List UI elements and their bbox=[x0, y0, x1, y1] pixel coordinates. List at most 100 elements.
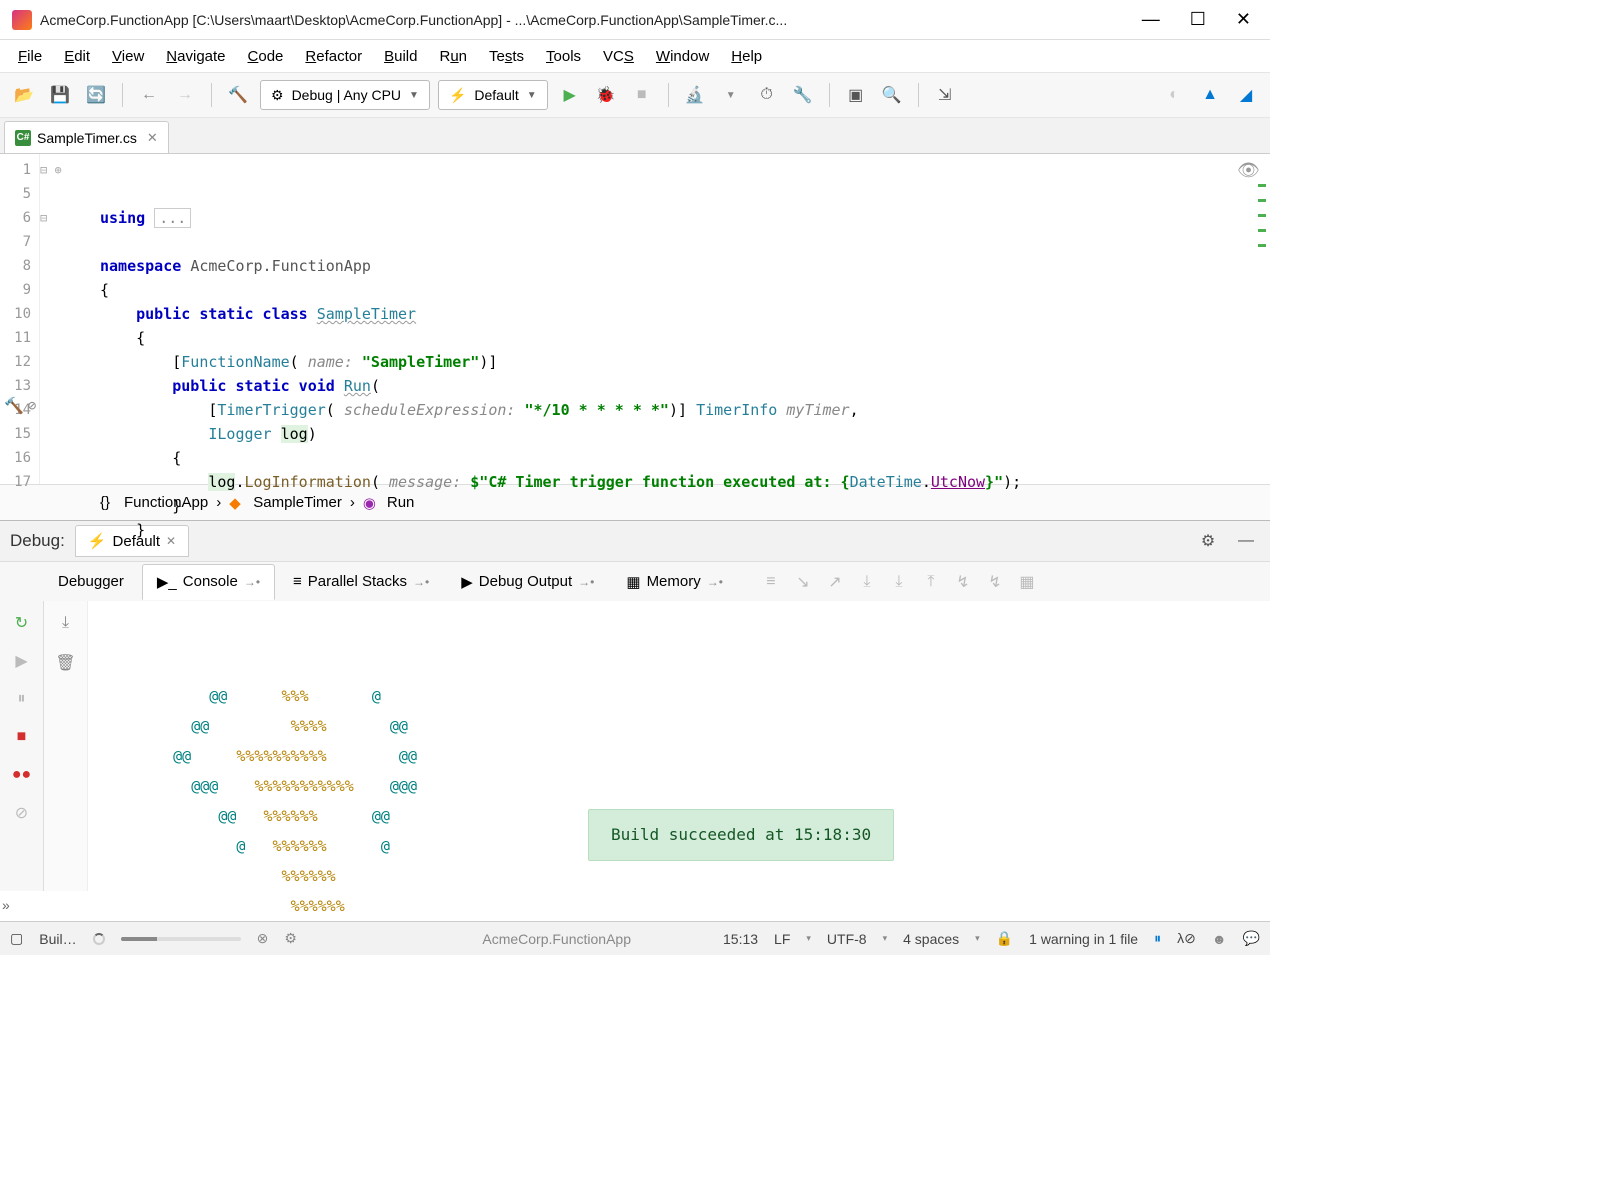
expand-icon[interactable]: » bbox=[2, 897, 10, 913]
status-pos[interactable]: 15:13 bbox=[723, 931, 758, 947]
lock-icon[interactable]: 🔒 bbox=[996, 930, 1013, 947]
tab-close-icon[interactable]: ✕ bbox=[147, 130, 158, 146]
mute-bp-icon[interactable]: ⊘ bbox=[8, 799, 36, 827]
refresh-icon[interactable]: 🔄 bbox=[82, 81, 110, 109]
extract-icon[interactable]: ⇲ bbox=[931, 81, 959, 109]
coverage-icon[interactable]: 🔬 bbox=[681, 81, 709, 109]
menu-help[interactable]: Help bbox=[721, 44, 772, 69]
line-gutter: 1567891011121314151617 bbox=[0, 154, 40, 484]
debug-label: Debug: bbox=[10, 531, 65, 551]
step-icon[interactable]: ⤓ bbox=[853, 568, 881, 596]
resume-icon[interactable]: ▶ bbox=[8, 647, 36, 675]
terminal-icon[interactable]: ▣ bbox=[842, 81, 870, 109]
step-icon[interactable]: ⤒ bbox=[917, 568, 945, 596]
menu-file[interactable]: File bbox=[8, 44, 52, 69]
search-icon[interactable]: 🔍 bbox=[878, 81, 906, 109]
subtab-console[interactable]: ▶_ Console →• bbox=[142, 564, 275, 600]
step-out-icon[interactable]: ↗ bbox=[821, 568, 849, 596]
face-icon[interactable]: ☻ bbox=[1212, 931, 1227, 947]
inspect-icon[interactable]: 👁 bbox=[1237, 160, 1260, 181]
run-icon[interactable]: ▶ bbox=[556, 81, 584, 109]
minimize-icon[interactable]: — bbox=[1142, 9, 1160, 30]
pin-icon[interactable]: →• bbox=[413, 575, 429, 589]
azure-icon[interactable]: ▲ bbox=[1196, 81, 1224, 109]
close-icon[interactable]: ✕ bbox=[166, 534, 176, 548]
step-icon[interactable]: ↯ bbox=[949, 568, 977, 596]
breakpoints-icon[interactable]: ●● bbox=[8, 761, 36, 789]
pause-icon[interactable]: ⏸ bbox=[8, 685, 36, 713]
separator bbox=[122, 83, 123, 107]
azure2-icon[interactable]: ◢ bbox=[1232, 81, 1260, 109]
step-over-icon[interactable]: ≡ bbox=[757, 568, 785, 596]
panel-icon[interactable]: ▢ bbox=[10, 930, 23, 947]
pause-status-icon[interactable]: ⏸ bbox=[1154, 930, 1161, 947]
trash-icon[interactable]: 🗑 bbox=[52, 649, 80, 677]
status-indent[interactable]: 4 spaces bbox=[903, 931, 959, 947]
subtab-parallel[interactable]: ≡ Parallel Stacks →• bbox=[279, 565, 443, 598]
menu-tools[interactable]: Tools bbox=[536, 44, 591, 69]
evaluate-icon[interactable]: ▦ bbox=[1013, 568, 1041, 596]
close-icon[interactable]: ✕ bbox=[1236, 9, 1251, 30]
cloud-icon[interactable]: ◐ bbox=[1160, 81, 1188, 109]
stop-icon[interactable]: ■ bbox=[8, 723, 36, 751]
crumb-method[interactable]: ◉ Run bbox=[363, 494, 415, 512]
wrench-icon[interactable]: 🔧 bbox=[789, 81, 817, 109]
back-icon[interactable]: ← bbox=[135, 81, 163, 109]
crumb-class[interactable]: ◆ SampleTimer bbox=[229, 494, 342, 512]
editor-tabs: C# SampleTimer.cs ✕ bbox=[0, 118, 1270, 154]
rerun-icon[interactable]: ↻ bbox=[8, 609, 36, 637]
debug-icon[interactable]: 🐞 bbox=[592, 81, 620, 109]
menu-edit[interactable]: Edit bbox=[54, 44, 100, 69]
pin-icon[interactable]: →• bbox=[707, 575, 723, 589]
no-entry-icon[interactable]: ⊘ bbox=[28, 394, 36, 418]
download-icon[interactable]: ⤓ bbox=[52, 609, 80, 637]
menu-view[interactable]: View bbox=[102, 44, 154, 69]
open-icon[interactable]: 📂 bbox=[10, 81, 38, 109]
subtab-debugger[interactable]: Debugger bbox=[44, 565, 138, 598]
menu-run[interactable]: Run bbox=[429, 44, 477, 69]
pin-icon[interactable]: →• bbox=[244, 575, 260, 589]
output-icon: ▶ bbox=[461, 573, 473, 591]
gear-icon[interactable]: ⚙ bbox=[1194, 527, 1222, 555]
tab-sampletimer[interactable]: C# SampleTimer.cs ✕ bbox=[4, 121, 169, 153]
csharp-icon: C# bbox=[15, 130, 31, 146]
subtab-memory[interactable]: ▦ Memory →• bbox=[612, 565, 737, 599]
menu-build[interactable]: Build bbox=[374, 44, 427, 69]
step-into-icon[interactable]: ↘ bbox=[789, 568, 817, 596]
save-icon[interactable]: 💾 bbox=[46, 81, 74, 109]
menu-tests[interactable]: Tests bbox=[479, 44, 534, 69]
status-warnings[interactable]: 1 warning in 1 file bbox=[1029, 931, 1138, 947]
debug-panel: Debug: ⚡ Default ✕ ⚙ — Debugger ▶_ Conso… bbox=[0, 520, 1270, 891]
menu-navigate[interactable]: Navigate bbox=[156, 44, 235, 69]
fold-gutter: ⊟ ⊕ ⊟ 🔨 ⊘ bbox=[40, 154, 100, 484]
lambda-icon[interactable]: λ⊘ bbox=[1177, 930, 1196, 947]
cancel-icon[interactable]: ⊗ bbox=[257, 930, 269, 947]
menu-window[interactable]: Window bbox=[646, 44, 719, 69]
forward-icon[interactable]: → bbox=[171, 81, 199, 109]
run-config-select[interactable]: ⚡ Default ▼ bbox=[438, 80, 548, 110]
maximize-icon[interactable]: ☐ bbox=[1190, 9, 1206, 30]
chat-icon[interactable]: 💬 bbox=[1243, 930, 1260, 947]
pin-icon[interactable]: →• bbox=[578, 575, 594, 589]
stop-icon[interactable]: ■ bbox=[628, 81, 656, 109]
subtab-output[interactable]: ▶ Debug Output →• bbox=[447, 565, 608, 599]
step-icon[interactable]: ⤓ bbox=[885, 568, 913, 596]
build-icon[interactable]: 🔨 bbox=[224, 81, 252, 109]
gear-small-icon[interactable]: ⚙ bbox=[284, 930, 297, 947]
code-area[interactable]: using ... namespace AcmeCorp.FunctionApp… bbox=[100, 154, 1270, 484]
minimize-panel-icon[interactable]: — bbox=[1232, 527, 1260, 555]
profile-icon[interactable]: ⏱ bbox=[753, 81, 781, 109]
menu-vcs[interactable]: VCS bbox=[593, 44, 644, 69]
lightning-icon: ⚡ bbox=[449, 87, 466, 104]
status-enc[interactable]: UTF-8 bbox=[827, 931, 867, 947]
status-eol[interactable]: LF bbox=[774, 931, 790, 947]
config-select[interactable]: ⚙ Debug | Any CPU ▼ bbox=[260, 80, 430, 110]
debug-subtabs: Debugger ▶_ Console →• ≡ Parallel Stacks… bbox=[0, 561, 1270, 601]
menu-code[interactable]: Code bbox=[238, 44, 294, 69]
menu-refactor[interactable]: Refactor bbox=[295, 44, 372, 69]
step-icon[interactable]: ↯ bbox=[981, 568, 1009, 596]
caret-small-icon[interactable]: ▼ bbox=[717, 81, 745, 109]
editor[interactable]: 1567891011121314151617 ⊟ ⊕ ⊟ 🔨 ⊘ using .… bbox=[0, 154, 1270, 484]
hammer-gutter-icon[interactable]: 🔨 bbox=[4, 394, 24, 418]
console-output[interactable]: @@ %%% @ @@ %%%% @@ @@ %%%%%%%%%% @@ @@@… bbox=[88, 601, 1270, 891]
